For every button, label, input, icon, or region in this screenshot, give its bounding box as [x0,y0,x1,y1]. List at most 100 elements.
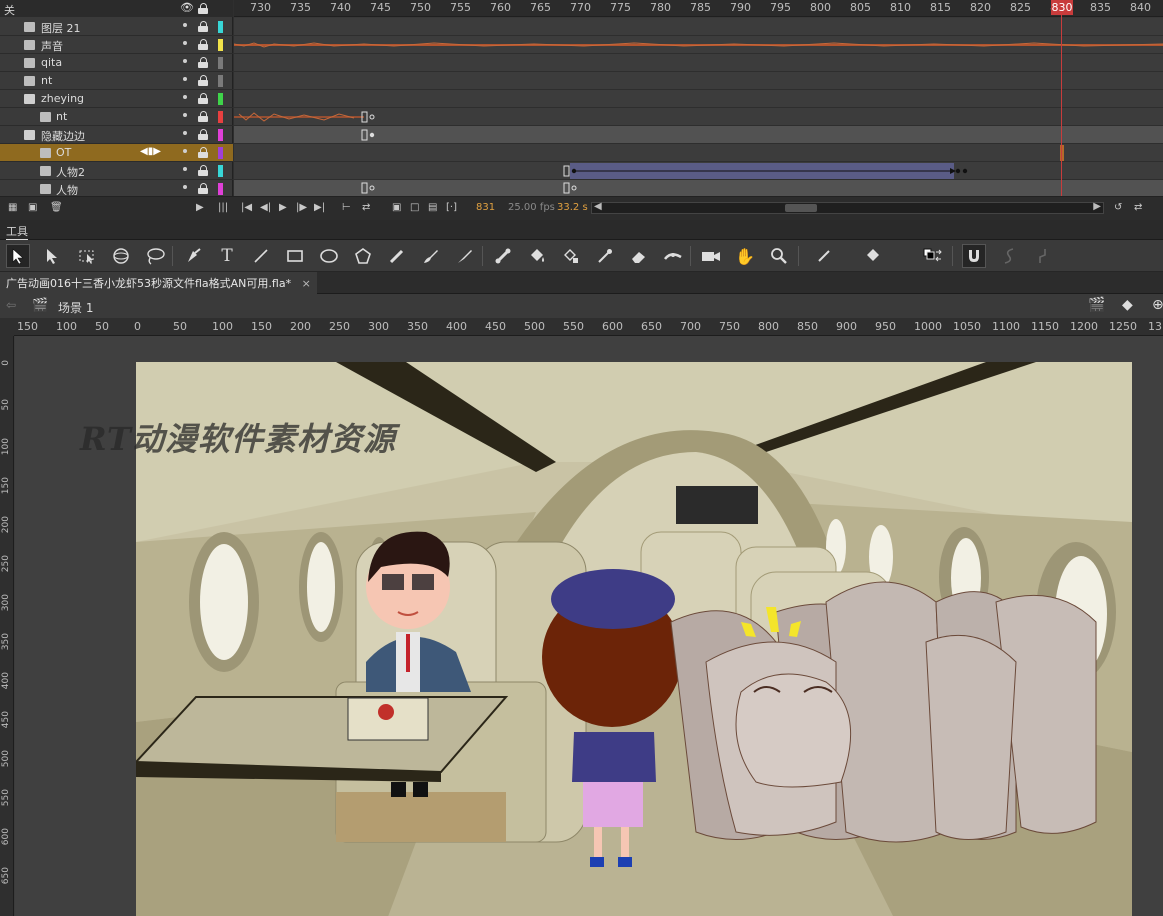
visibility-dot-icon[interactable] [183,131,187,135]
frame-number[interactable]: 780 [650,1,671,14]
undo-icon[interactable]: ↺ [1114,202,1122,214]
layer-color-swatch[interactable] [218,129,223,141]
layer-color-swatch[interactable] [218,75,223,87]
layer-row[interactable]: nt [0,72,233,90]
layer-color-swatch[interactable] [218,21,223,33]
snap-magnet-icon[interactable] [962,244,986,268]
new-folder-icon[interactable]: ▣ [28,202,37,214]
keyframe-person[interactable] [234,180,1163,196]
lock-icon[interactable] [198,183,208,194]
layer-color-swatch[interactable] [218,147,223,159]
frame-number[interactable]: 745 [370,1,391,14]
onion-skin-icon[interactable]: ▣ [392,202,401,214]
layer-row[interactable]: 隐藏边边 [0,126,233,144]
keyframe-hidden-edge[interactable] [234,126,1163,144]
frame-number[interactable]: 765 [530,1,551,14]
motion-tween-span[interactable] [234,162,1163,180]
frame-number[interactable]: 740 [330,1,351,14]
document-tab[interactable]: 广告动画016十三香小龙虾53秒源文件fla格式AN可用.fla* × [0,272,317,294]
paint-bucket-icon[interactable] [525,244,549,268]
frame-number[interactable]: 755 [450,1,471,14]
frame-number[interactable]: 785 [690,1,711,14]
onion-markers-icon[interactable]: [·] [446,202,457,214]
frame-number[interactable]: 775 [610,1,631,14]
frame-row[interactable] [234,144,1163,162]
oval-icon[interactable] [317,244,341,268]
lock-icon[interactable] [198,39,208,50]
layer-name[interactable]: OT [56,146,71,159]
first-frame-icon[interactable]: |◀ [241,202,252,214]
lock-icon[interactable] [198,21,208,32]
layer-color-swatch[interactable] [218,39,223,51]
layer-name[interactable]: qita [41,56,62,69]
frame-number[interactable]: 790 [730,1,751,14]
scroll-left-icon[interactable]: ◀ [594,201,602,212]
edit-multiple-icon[interactable]: ▤ [428,202,437,214]
layer-color-swatch[interactable] [218,57,223,69]
back-arrow-icon[interactable]: ⇦ [6,298,16,312]
lock-icon[interactable] [198,111,208,122]
ink-bottle-icon[interactable] [559,244,583,268]
stroke-color-icon[interactable] [812,244,836,268]
3d-rotation-icon[interactable] [109,244,133,268]
document-tab-title[interactable]: 广告动画016十三香小龙虾53秒源文件fla格式AN可用.fla* [6,277,291,290]
timeline-options-icon[interactable]: ⇄ [1134,202,1142,214]
subselection-icon[interactable] [40,244,64,268]
layer-color-swatch[interactable] [218,183,223,195]
frame-grid[interactable]: 730 735 740 745 750 755 760 765 770 775 780 785 790 7… [234,0,1163,196]
step-forward-icon[interactable]: |▶ [296,202,307,214]
step-back-icon[interactable]: ◀| [260,202,271,214]
layer-color-swatch[interactable] [218,165,223,177]
camera-layer-icon[interactable]: ▶ [196,202,204,214]
visibility-dot-icon[interactable] [183,95,187,99]
scrollbar-thumb[interactable] [785,204,817,212]
layer-color-swatch[interactable] [218,111,223,123]
layer-color-swatch[interactable] [218,93,223,105]
layer-name[interactable]: 图层 21 [41,20,81,36]
elapsed-time[interactable]: 33.2 s [557,202,588,213]
straighten-icon[interactable] [1031,244,1055,268]
edit-symbol-icon[interactable]: ◆ [1122,297,1133,313]
layer-name[interactable]: nt [41,74,52,87]
frame-ruler[interactable]: 730 735 740 745 750 755 760 765 770 775 780 785 790 7… [234,0,1163,17]
scroll-right-icon[interactable]: ▶ [1093,201,1101,212]
edit-scene-icon[interactable]: 🎬 [1088,297,1105,313]
pencil-icon[interactable] [385,244,409,268]
visibility-dot-icon[interactable] [183,77,187,81]
visibility-dot-icon[interactable] [183,167,187,171]
lock-icon[interactable] [198,93,208,104]
frame-number[interactable]: 750 [410,1,431,14]
line-icon[interactable] [249,244,273,268]
show-hide-all-icon[interactable]: 👁 [180,1,194,14]
onion-outline-icon[interactable]: □ [410,202,419,214]
visibility-dot-icon[interactable] [183,23,187,27]
layer-name[interactable]: nt [56,110,67,123]
frame-row[interactable] [234,72,1163,90]
scene-name[interactable]: 场景 1 [58,299,93,316]
split-icon[interactable]: ||| [218,202,228,214]
frame-number[interactable]: 825 [1010,1,1031,14]
layer-name[interactable]: zheying [41,92,84,105]
frame-number[interactable]: 810 [890,1,911,14]
lock-all-icon[interactable] [198,3,208,14]
playhead-line[interactable] [1061,0,1062,196]
layer-row[interactable]: OT ◀▮▶ [0,144,233,162]
layer-row[interactable]: 声音 [0,36,233,54]
play-icon[interactable]: ▶ [279,202,287,214]
layer-row[interactable]: 图层 21 [0,18,233,36]
visibility-dot-icon[interactable] [183,41,187,45]
paint-brush-icon[interactable] [419,244,443,268]
layer-motion-controls-icon[interactable]: ◀▮▶ [140,146,161,157]
hand-icon[interactable]: ✋ [733,244,757,268]
eraser-icon[interactable] [627,244,651,268]
timeline-scrollbar[interactable]: ◀ ▶ [591,201,1104,214]
new-layer-icon[interactable]: ▦ [8,202,17,214]
current-frame[interactable]: 831 [476,202,495,213]
eyedropper-icon[interactable] [593,244,617,268]
lock-icon[interactable] [198,165,208,176]
layer-row[interactable]: nt [0,108,233,126]
frame-number[interactable]: 795 [770,1,791,14]
selection-icon[interactable] [6,244,30,268]
frame-number[interactable]: 835 [1090,1,1111,14]
frame-number[interactable]: 800 [810,1,831,14]
